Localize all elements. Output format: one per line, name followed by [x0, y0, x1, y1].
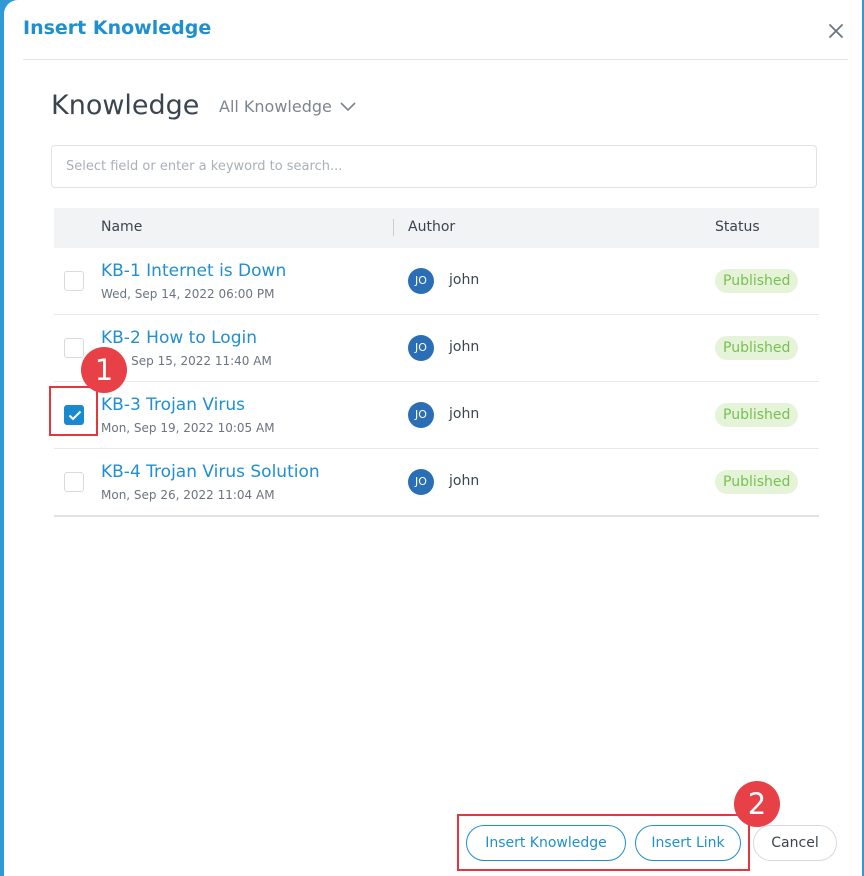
- column-divider: [393, 219, 394, 236]
- status-badge: Published: [715, 336, 799, 360]
- dialog-title: Insert Knowledge: [23, 17, 212, 39]
- knowledge-table: Name Author Status KB-1 Internet is Down…: [54, 208, 819, 517]
- table-row: KB-1 Internet is Down Wed, Sep 14, 2022 …: [54, 248, 819, 315]
- table-header: Name Author Status: [54, 208, 819, 248]
- row-checkbox[interactable]: [64, 271, 84, 291]
- kb-date: Mon, Sep 19, 2022 10:05 AM: [101, 421, 275, 435]
- author-name: john: [449, 272, 480, 288]
- kb-title-link[interactable]: KB-1 Internet is Down: [101, 261, 286, 281]
- kb-title-link[interactable]: KB-2 How to Login: [101, 328, 257, 348]
- kb-title-link[interactable]: KB-3 Trojan Virus: [101, 395, 245, 415]
- row-checkbox[interactable]: [64, 338, 84, 358]
- avatar: JO: [408, 268, 434, 294]
- insert-knowledge-dialog: Insert Knowledge Knowledge All Knowledge…: [4, 0, 862, 876]
- kb-date: Wed, Sep 14, 2022 06:00 PM: [101, 287, 275, 301]
- insert-knowledge-button[interactable]: Insert Knowledge: [466, 825, 626, 861]
- status-badge: Published: [715, 403, 799, 427]
- table-row: KB-4 Trojan Virus Solution Mon, Sep 26, …: [54, 449, 819, 517]
- table-row: KB-2 How to Login Thu, Sep 15, 2022 11:4…: [54, 315, 819, 382]
- cancel-button[interactable]: Cancel: [753, 825, 837, 861]
- filter-label: All Knowledge: [219, 97, 332, 116]
- knowledge-filter-dropdown[interactable]: All Knowledge: [219, 97, 356, 116]
- section-title: Knowledge: [51, 90, 200, 121]
- row-checkbox[interactable]: [64, 472, 84, 492]
- avatar: JO: [408, 335, 434, 361]
- step-marker-1: 1: [81, 347, 127, 393]
- author-name: john: [449, 339, 480, 355]
- column-header-name[interactable]: Name: [101, 219, 142, 235]
- author-name: john: [449, 406, 480, 422]
- search-input[interactable]: [51, 145, 817, 188]
- dialog-header: Insert Knowledge: [4, 0, 862, 60]
- step-marker-2: 2: [734, 781, 780, 827]
- header-divider: [23, 59, 848, 60]
- column-header-author[interactable]: Author: [408, 219, 455, 235]
- author-name: john: [449, 473, 480, 489]
- column-header-status[interactable]: Status: [715, 219, 760, 235]
- status-badge: Published: [715, 269, 799, 293]
- kb-date: Mon, Sep 26, 2022 11:04 AM: [101, 488, 275, 502]
- close-icon[interactable]: [826, 21, 846, 41]
- avatar: JO: [408, 402, 434, 428]
- insert-link-button[interactable]: Insert Link: [635, 825, 741, 861]
- chevron-down-icon: [340, 101, 356, 111]
- table-row: KB-3 Trojan Virus Mon, Sep 19, 2022 10:0…: [54, 382, 819, 449]
- status-badge: Published: [715, 470, 799, 494]
- kb-title-link[interactable]: KB-4 Trojan Virus Solution: [101, 462, 320, 482]
- checkbox-highlight-box: [49, 386, 98, 436]
- avatar: JO: [408, 469, 434, 495]
